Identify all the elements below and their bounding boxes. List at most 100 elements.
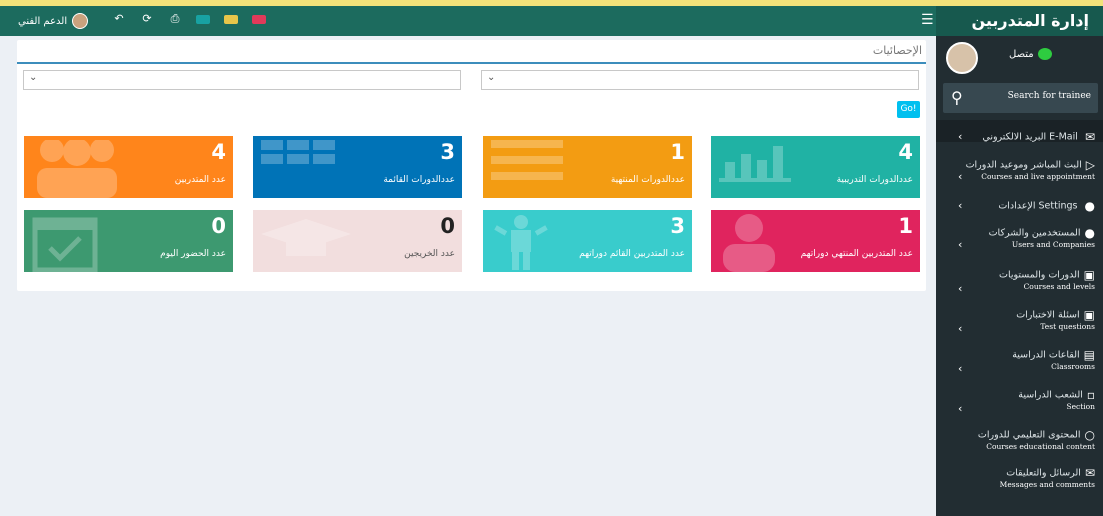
play-box-icon: ▷ [1085, 158, 1095, 172]
sidebar-item-classrooms[interactable]: ‹ القاعات الدراسية ▤ Classrooms [936, 344, 1103, 384]
bar-chart-icon: ▫ [1086, 388, 1095, 402]
support-menu[interactable]: الدعم الفني [18, 13, 89, 29]
stat-label: عددالدورات القائمة [383, 175, 455, 185]
chevron-left-icon: ‹ [958, 402, 963, 415]
chevron-left-icon: ‹ [958, 238, 963, 251]
users-icon [37, 140, 117, 198]
calendar-check-icon [32, 217, 98, 272]
stat-tile-active-trainees[interactable]: 3 عدد المتدربين القائم دوراتهم [483, 210, 692, 272]
stat-label: عددالدورات المنتهية [610, 175, 685, 185]
chevron-left-icon: ‹ [958, 199, 963, 212]
sidebar-item-sublabel: Courses educational content [986, 442, 1095, 451]
sidebar-item-label: المستخدمين والشركات [988, 227, 1081, 239]
stat-tile-trainees[interactable]: 4 عدد المتدربين [24, 136, 233, 198]
stat-tile-current-courses[interactable]: 3 عددالدورات القائمة [253, 136, 462, 198]
grid-icon [261, 140, 335, 164]
stat-tile-finished-courses[interactable]: 1 عددالدورات المنتهية [483, 136, 692, 198]
search-icon[interactable]: ⚲ [951, 88, 963, 107]
sidebar-item-settings[interactable]: ‹ الإعدادات Settings ● [936, 196, 1103, 222]
top-header: الدعم الفني ↶ ⟳ ⎙ ☰ إدارة المتدربين [0, 6, 1103, 36]
envelope-icon: ✉ [1084, 130, 1095, 144]
toolbar-icons: ↶ ⟳ ⎙ [112, 12, 266, 26]
stat-label: عدد المتدربين المنتهي دوراتهم [800, 249, 913, 259]
support-avatar [72, 13, 89, 29]
sidebar-item-sublabel: Messages and comments [999, 480, 1095, 489]
chevron-left-icon: ‹ [958, 170, 963, 183]
stat-tile-training-courses[interactable]: 4 عددالدورات التدريبية [711, 136, 920, 198]
stat-value: 0 [440, 214, 455, 238]
sidebar-search[interactable]: ⚲ Search for trainee [943, 83, 1098, 113]
stat-value: 1 [898, 214, 913, 238]
statistics-box: الإحصائيات ⌄ ⌄ Go! 4 عدد المتدربين 3 عدد… [17, 40, 926, 291]
grid-icon: ▤ [1083, 348, 1095, 362]
sidebar-item-sections[interactable]: ‹ الشعب الدراسية ▫ Section [936, 384, 1103, 424]
box-top-border [17, 62, 926, 64]
online-dot-icon [1037, 48, 1052, 60]
online-status: متصل [1009, 48, 1052, 60]
stat-value: 3 [670, 214, 685, 238]
stat-label: عدد الحضور اليوم [160, 249, 226, 259]
stat-tile-graduates[interactable]: 0 عدد الخريجين [253, 210, 462, 272]
menu-icon[interactable]: ☰ [921, 12, 934, 28]
page-title: الإحصائيات [872, 44, 922, 57]
sidebar-item-live-courses[interactable]: ‹ البث المباشر وموعيد الدورات ▷ Courses a… [936, 156, 1103, 196]
sidebar-item-label: القاعات الدراسية [1012, 349, 1080, 361]
flag-icon[interactable] [252, 12, 266, 26]
graduation-cap-icon [261, 219, 351, 256]
sidebar-item-label: الشعب الدراسية [1018, 389, 1083, 401]
chevron-left-icon: ‹ [958, 362, 963, 375]
bell-icon[interactable] [224, 12, 238, 26]
chevron-down-icon: ⌄ [487, 72, 496, 83]
chevron-down-icon: ⌄ [29, 72, 38, 83]
filter-select-left[interactable]: ⌄ [23, 70, 461, 90]
sidebar-item-label: البريد الالكتروني E-Mail [982, 131, 1078, 143]
sidebar-menu: ‹ البريد الالكتروني E-Mail ✉ ‹ البث المب… [936, 124, 1103, 496]
sidebar-item-messages[interactable]: الرسائل والتعليقات ✉ Messages and comment… [936, 464, 1103, 496]
stat-label: عدد المتدربين القائم دوراتهم [579, 249, 685, 259]
support-label: الدعم الفني [18, 15, 68, 27]
circle-icon: ○ [1084, 428, 1095, 442]
calendar-icon: ▣ [1083, 268, 1095, 282]
stat-value: 0 [211, 214, 226, 238]
reply-icon[interactable]: ↶ [112, 12, 126, 26]
calendar-icon: ▣ [1083, 308, 1095, 322]
sidebar-item-email[interactable]: ‹ البريد الالكتروني E-Mail ✉ [936, 124, 1103, 156]
avatar [946, 42, 978, 74]
stat-tile-finished-trainees[interactable]: 1 عدد المتدربين المنتهي دوراتهم [711, 210, 920, 272]
chevron-left-icon: ‹ [958, 282, 963, 295]
go-button[interactable]: Go! [897, 101, 920, 118]
print-icon[interactable]: ⎙ [168, 12, 182, 26]
sidebar-item-label: البث المباشر وموعيد الدورات [965, 159, 1082, 171]
user-panel: متصل [936, 36, 1103, 81]
bar-chart-icon [719, 146, 791, 182]
refresh-icon[interactable]: ⟳ [140, 12, 154, 26]
stat-label: عدد الخريجين [404, 249, 455, 259]
sidebar-item-users-companies[interactable]: ‹ المستخدمين والشركات ● Users and Compani… [936, 222, 1103, 264]
stat-value: 3 [440, 140, 455, 164]
stat-label: عدد المتدربين [174, 175, 226, 185]
sidebar-item-label: الإعدادات Settings [998, 200, 1078, 212]
child-icon [494, 215, 548, 270]
sidebar-item-educational-content[interactable]: المحتوى التعليمي للدورات ○ Courses educat… [936, 424, 1103, 464]
status-label: متصل [1009, 48, 1034, 60]
sidebar: متصل ⚲ Search for trainee ‹ البريد الالك… [936, 36, 1103, 516]
sidebar-item-label: المحتوى التعليمي للدورات [977, 429, 1081, 441]
sidebar-item-label: الرسائل والتعليقات [1006, 467, 1081, 479]
users-icon: ● [1084, 226, 1095, 240]
envelope-icon: ✉ [1084, 466, 1095, 480]
list-icon [491, 140, 563, 180]
sidebar-item-test-questions[interactable]: ‹ اسئلة الاختبارات ▣ Test questions [936, 304, 1103, 344]
stat-value: 1 [670, 140, 685, 164]
mail-icon[interactable] [196, 12, 210, 26]
filter-select-right[interactable]: ⌄ [481, 70, 919, 90]
search-input[interactable]: Search for trainee [1008, 91, 1091, 101]
stat-value: 4 [211, 140, 226, 164]
brand-title[interactable]: إدارة المتدربين [936, 6, 1103, 36]
sidebar-item-courses-levels[interactable]: ‹ الدورات والمستويات ▣ Courses and levels [936, 264, 1103, 304]
sidebar-item-label: الدورات والمستويات [999, 269, 1080, 281]
stat-value: 4 [898, 140, 913, 164]
users-icon: ● [1084, 199, 1095, 213]
stat-label: عددالدورات التدريبية [836, 175, 913, 185]
chevron-left-icon: ‹ [958, 130, 963, 143]
stat-tile-attendance-today[interactable]: 0 عدد الحضور اليوم [24, 210, 233, 272]
